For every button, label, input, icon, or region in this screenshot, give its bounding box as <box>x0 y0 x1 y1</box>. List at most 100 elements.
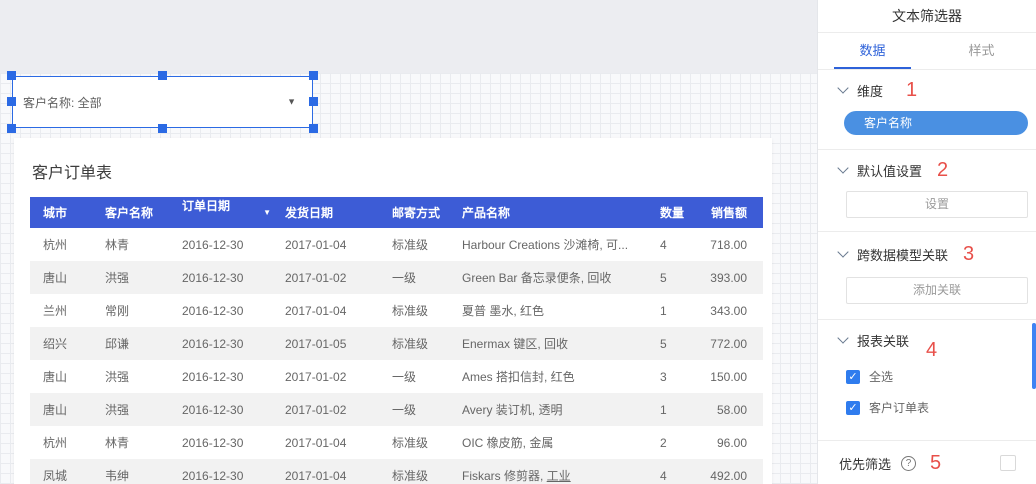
cell-ship-date: 2017-01-02 <box>285 261 392 294</box>
selection-handle[interactable] <box>309 124 318 133</box>
section-default-value-header[interactable]: 默认值设置 2 <box>839 161 1027 179</box>
chevron-down-icon <box>837 332 848 343</box>
cell-city: 唐山 <box>30 393 105 426</box>
set-default-button[interactable]: 设置 <box>846 191 1028 218</box>
cell-city: 杭州 <box>30 228 105 261</box>
selection-handle[interactable] <box>158 124 167 133</box>
cell-sales: 150.00 <box>710 360 763 393</box>
section-cross-model: 跨数据模型关联 3 添加关联 <box>818 232 1036 320</box>
column-header-ship-mode[interactable]: 邮寄方式 <box>392 197 462 228</box>
cell-ship-mode: 标准级 <box>392 294 462 327</box>
cell-ship-mode: 标准级 <box>392 228 462 261</box>
cell-customer: 邱谦 <box>105 327 182 360</box>
customer-name-filter-dropdown[interactable]: 客户名称: 全部 ▼ <box>12 76 313 128</box>
column-header-sales[interactable]: 销售额 <box>710 197 763 228</box>
selection-handle[interactable] <box>309 97 318 106</box>
cell-city: 唐山 <box>30 360 105 393</box>
cell-order-date: 2016-12-30 <box>182 261 285 294</box>
cell-qty: 5 <box>660 261 710 294</box>
priority-filter-label: 优先筛选 <box>839 454 891 473</box>
annotation-4: 4 <box>926 340 937 360</box>
cell-product: Avery 装订机, 透明 <box>462 393 660 426</box>
table-row: 唐山洪强2016-12-302017-01-02一级Green Bar 备忘录便… <box>30 261 763 294</box>
cell-product: Harbour Creations 沙滩椅, 可... <box>462 228 660 261</box>
checkbox-checked-icon[interactable]: ✓ <box>846 401 860 415</box>
cell-customer: 林青 <box>105 228 182 261</box>
cell-sales: 96.00 <box>710 426 763 459</box>
filter-dropdown-value: 客户名称: 全部 <box>23 94 102 111</box>
section-report-link-header[interactable]: 报表关联 4 <box>839 331 1027 349</box>
checkbox-label: 全选 <box>869 368 893 385</box>
column-header-qty[interactable]: 数量 <box>660 197 710 228</box>
annotation-3: 3 <box>963 244 974 264</box>
cell-ship-mode: 一级 <box>392 360 462 393</box>
cell-qty: 4 <box>660 459 710 484</box>
priority-filter-checkbox[interactable] <box>1000 455 1016 471</box>
cell-ship-date: 2017-01-04 <box>285 426 392 459</box>
cell-ship-date: 2017-01-04 <box>285 459 392 484</box>
sort-desc-icon[interactable]: ▼ <box>263 197 271 228</box>
cell-customer: 洪强 <box>105 393 182 426</box>
selection-handle[interactable] <box>7 124 16 133</box>
cell-order-date: 2016-12-30 <box>182 360 285 393</box>
annotation-5: 5 <box>930 453 941 473</box>
priority-filter-row: 优先筛选 ? 5 <box>818 441 1036 484</box>
cell-order-date: 2016-12-30 <box>182 393 285 426</box>
chevron-down-icon <box>837 82 848 93</box>
cell-product: 夏普 墨水, 红色 <box>462 294 660 327</box>
cell-sales: 718.00 <box>710 228 763 261</box>
table-row: 绍兴邱谦2016-12-302017-01-05标准级Enermax 键区, 回… <box>30 327 763 360</box>
cell-order-date: 2016-12-30 <box>182 459 285 484</box>
report-link-checkbox-select-all[interactable]: ✓ 全选 <box>846 368 1027 385</box>
selection-handle[interactable] <box>309 71 318 80</box>
report-link-checkbox-item[interactable]: ✓ 客户订单表 <box>846 399 1027 416</box>
cell-order-date: 2016-12-30 <box>182 327 285 360</box>
checkbox-label: 客户订单表 <box>869 399 929 416</box>
column-header-ship-date[interactable]: 发货日期 <box>285 197 392 228</box>
canvas-top-band <box>0 0 817 73</box>
chevron-down-icon[interactable]: ▼ <box>287 97 296 107</box>
cell-ship-date: 2017-01-04 <box>285 228 392 261</box>
cell-sales: 58.00 <box>710 393 763 426</box>
cell-product: Enermax 键区, 回收 <box>462 327 660 360</box>
cell-ship-mode: 一级 <box>392 393 462 426</box>
cell-order-date: 2016-12-30 <box>182 426 285 459</box>
help-icon[interactable]: ? <box>901 456 916 471</box>
dimension-pill-customer-name[interactable]: 客户名称 <box>844 111 1028 135</box>
column-header-order-date[interactable]: 订单日期▼ <box>182 197 285 228</box>
section-dimension: 维度 1 客户名称 <box>818 70 1036 150</box>
add-relation-button[interactable]: 添加关联 <box>846 277 1028 304</box>
selection-handle[interactable] <box>158 71 167 80</box>
cell-ship-date: 2017-01-02 <box>285 360 392 393</box>
cell-qty: 1 <box>660 294 710 327</box>
cell-ship-mode: 标准级 <box>392 426 462 459</box>
cell-order-date: 2016-12-30 <box>182 228 285 261</box>
cell-qty: 4 <box>660 228 710 261</box>
column-header-city[interactable]: 城市 <box>30 197 105 228</box>
selection-handle[interactable] <box>7 71 16 80</box>
table-header-row: 城市 客户名称 订单日期▼ 发货日期 邮寄方式 产品名称 数量 销售额 <box>30 197 763 228</box>
cell-ship-mode: 标准级 <box>392 459 462 484</box>
panel-scrollbar-thumb[interactable] <box>1032 323 1036 389</box>
table-row: 兰州常刚2016-12-302017-01-04标准级夏普 墨水, 红色1343… <box>30 294 763 327</box>
column-header-product[interactable]: 产品名称 <box>462 197 660 228</box>
selection-handle[interactable] <box>7 97 16 106</box>
checkbox-checked-icon[interactable]: ✓ <box>846 370 860 384</box>
section-label: 默认值设置 <box>857 161 922 180</box>
section-cross-model-header[interactable]: 跨数据模型关联 3 <box>839 245 1027 263</box>
orders-table: 城市 客户名称 订单日期▼ 发货日期 邮寄方式 产品名称 数量 销售额 杭州林青… <box>30 197 763 484</box>
tab-style[interactable]: 样式 <box>927 33 1036 69</box>
section-default-value: 默认值设置 2 设置 <box>818 150 1036 232</box>
column-header-customer[interactable]: 客户名称 <box>105 197 182 228</box>
table-body: 杭州林青2016-12-302017-01-04标准级Harbour Creat… <box>30 228 763 484</box>
annotation-1: 1 <box>906 80 917 100</box>
tab-data[interactable]: 数据 <box>818 33 927 69</box>
section-label: 维度 <box>857 81 883 100</box>
cell-order-date: 2016-12-30 <box>182 294 285 327</box>
table-row: 杭州林青2016-12-302017-01-04标准级Harbour Creat… <box>30 228 763 261</box>
report-link-checkbox-list: ✓ 全选 ✓ 客户订单表 <box>839 368 1027 416</box>
cell-product: Fiskars 修剪器, 工业 <box>462 459 660 484</box>
section-dimension-header[interactable]: 维度 1 <box>839 81 1027 99</box>
cell-ship-date: 2017-01-05 <box>285 327 392 360</box>
cell-qty: 2 <box>660 426 710 459</box>
